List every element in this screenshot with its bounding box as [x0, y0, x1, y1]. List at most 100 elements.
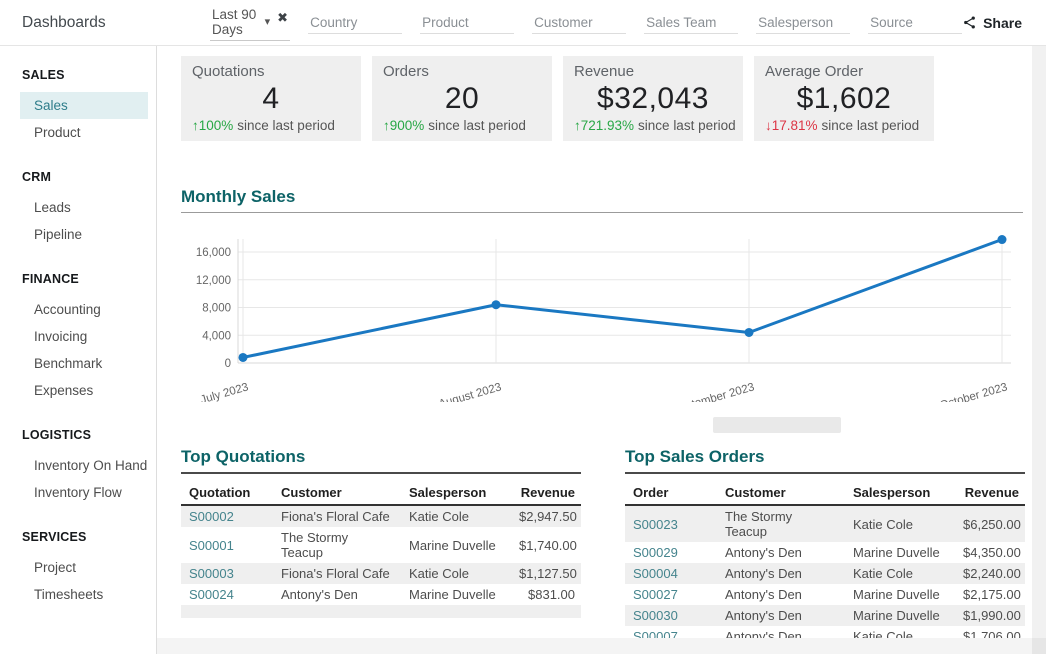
empty-table-row [181, 605, 581, 618]
cell: Marine Duvelle [401, 527, 511, 563]
data-point [239, 353, 248, 362]
record-link[interactable]: S00001 [181, 527, 273, 563]
share-button[interactable]: Share [962, 15, 1022, 31]
cell: The Stormy Teacup [273, 527, 401, 563]
kpi-delta-caption: since last period [428, 118, 526, 133]
filter-input-sales-team[interactable] [644, 12, 738, 34]
kpi-delta-percent: 721.93% [581, 118, 634, 133]
table-row: S00003Fiona's Floral CafeKatie Cole$1,12… [181, 563, 581, 584]
x-tick-label: August 2023 [437, 381, 502, 402]
period-filter[interactable]: Last 90 Days ▾ ✖ [210, 5, 290, 41]
cell: Marine Duvelle [845, 542, 955, 563]
y-tick-label: 12,000 [196, 275, 231, 287]
sidebar-section-label: FINANCE [22, 268, 148, 290]
cell: Marine Duvelle [845, 584, 955, 605]
kpi-value: 4 [192, 80, 350, 118]
column-header-salesperson: Salesperson [401, 482, 511, 505]
kpi-value: $32,043 [574, 80, 732, 118]
cell: $2,947.50 [511, 505, 581, 527]
record-link[interactable]: S00027 [625, 584, 717, 605]
sidebar-item-project[interactable]: Project [20, 554, 148, 581]
kpi-delta-percent: 900% [390, 118, 425, 133]
top-quotations-title: Top Quotations [181, 447, 581, 474]
filter-input-country[interactable] [308, 12, 402, 34]
sidebar-item-invoicing[interactable]: Invoicing [20, 323, 148, 350]
data-point [745, 328, 754, 337]
share-icon [962, 15, 977, 30]
cell: The Stormy Teacup [717, 505, 845, 542]
monthly-sales-chart[interactable]: 04,0008,00012,00016,000July 2023August 2… [181, 230, 1023, 407]
cell: Antony's Den [717, 563, 845, 584]
sidebar-item-expenses[interactable]: Expenses [20, 377, 148, 404]
kpi-value: 20 [383, 80, 541, 118]
table-row: S00002Fiona's Floral CafeKatie Cole$2,94… [181, 505, 581, 527]
cell: Katie Cole [845, 563, 955, 584]
sidebar-item-product[interactable]: Product [20, 119, 148, 146]
tables-row: Top QuotationsQuotationCustomerSalespers… [181, 447, 1032, 647]
kpi-label: Average Order [765, 63, 923, 80]
cell: $1,127.50 [511, 563, 581, 584]
sales-line-series [243, 240, 1002, 358]
column-header-revenue: Revenue [955, 482, 1025, 505]
record-link[interactable]: S00024 [181, 584, 273, 605]
sidebar-item-pipeline[interactable]: Pipeline [20, 221, 148, 248]
x-tick-label: October 2023 [939, 381, 1009, 402]
filter-input-customer[interactable] [532, 12, 626, 34]
column-header-customer: Customer [717, 482, 845, 505]
kpi-card-quotations: Quotations4↑100%since last period [181, 56, 361, 141]
filter-input-salesperson[interactable] [756, 12, 850, 34]
record-link[interactable]: S00030 [625, 605, 717, 626]
filter-input-product[interactable] [420, 12, 514, 34]
arrow-up-icon: ↑ [383, 118, 390, 133]
cell: $831.00 [511, 584, 581, 605]
sidebar-item-inventory-on-hand[interactable]: Inventory On Hand [20, 452, 148, 479]
filter-input-source[interactable] [868, 12, 962, 34]
sidebar-section-crm: CRMLeadsPipeline [0, 166, 156, 248]
column-header-revenue: Revenue [511, 482, 581, 505]
vertical-scrollbar[interactable] [1032, 46, 1046, 638]
monthly-sales-title: Monthly Sales [181, 187, 1023, 213]
dashboard-content: Quotations4↑100%since last period Orders2… [157, 46, 1032, 654]
record-link[interactable]: S00023 [625, 505, 717, 542]
kpi-delta: ↑900%since last period [383, 118, 541, 133]
monthly-sales-section: Monthly Sales 04,0008,00012,00016,000Jul… [181, 187, 1023, 433]
clear-filter-icon[interactable]: ✖ [277, 10, 288, 26]
top-bar: Dashboards Last 90 Days ▾ ✖ Share [0, 0, 1046, 46]
sidebar-item-sales[interactable]: Sales [20, 92, 148, 119]
table-row: S00023The Stormy TeacupKatie Cole$6,250.… [625, 505, 1025, 542]
sidebar-item-leads[interactable]: Leads [20, 194, 148, 221]
cell: Fiona's Floral Cafe [273, 505, 401, 527]
share-label: Share [983, 15, 1022, 31]
cell: $1,740.00 [511, 527, 581, 563]
sidebar-section-label: LOGISTICS [22, 424, 148, 446]
kpi-label: Orders [383, 63, 541, 80]
sidebar-item-accounting[interactable]: Accounting [20, 296, 148, 323]
sidebar-section-label: SERVICES [22, 526, 148, 548]
column-header-order: Order [625, 482, 717, 505]
chevron-down-icon: ▾ [265, 15, 271, 28]
record-link[interactable]: S00004 [625, 563, 717, 584]
table-row: S00029Antony's DenMarine Duvelle$4,350.0… [625, 542, 1025, 563]
top-quotations-table: Top QuotationsQuotationCustomerSalespers… [181, 447, 581, 647]
top-sales-orders-table: Top Sales OrdersOrderCustomerSalesperson… [625, 447, 1025, 647]
kpi-delta-percent: 100% [199, 118, 234, 133]
record-link[interactable]: S00002 [181, 505, 273, 527]
sidebar-item-inventory-flow[interactable]: Inventory Flow [20, 479, 148, 506]
kpi-card-revenue: Revenue$32,043↑721.93%since last period [563, 56, 743, 141]
sidebar-section-services: SERVICES ProjectTimesheets [0, 526, 156, 608]
sidebar-item-timesheets[interactable]: Timesheets [20, 581, 148, 608]
x-tick-label: September 2023 [671, 381, 756, 402]
cell: Katie Cole [401, 505, 511, 527]
cell: $4,350.00 [955, 542, 1025, 563]
record-link[interactable]: S00029 [625, 542, 717, 563]
arrow-up-icon: ↑ [574, 118, 581, 133]
cell: Antony's Den [717, 584, 845, 605]
column-header-customer: Customer [273, 482, 401, 505]
chart-scrollbar-thumb[interactable] [713, 417, 841, 433]
sidebar-item-benchmark[interactable]: Benchmark [20, 350, 148, 377]
horizontal-scrollbar[interactable] [157, 638, 1032, 654]
record-link[interactable]: S00003 [181, 563, 273, 584]
kpi-delta-caption: since last period [638, 118, 736, 133]
sidebar-section-logistics: LOGISTICS Inventory On HandInventory Flow [0, 424, 156, 506]
kpi-delta-caption: since last period [237, 118, 335, 133]
